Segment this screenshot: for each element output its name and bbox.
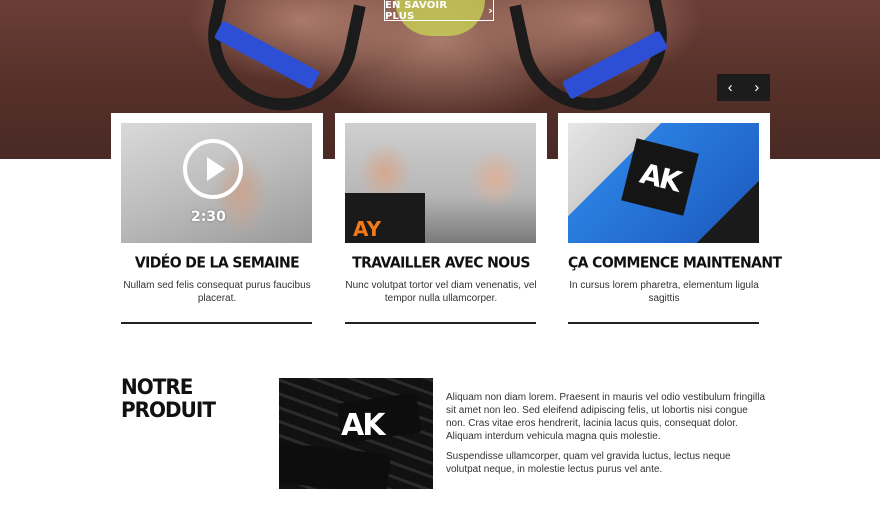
- gear-photo[interactable]: AK: [568, 123, 759, 243]
- product-section-title: NOTRE PRODUIT: [121, 375, 241, 421]
- card-divider: [345, 322, 536, 324]
- card-text: In cursus lorem pharetra, elementum ligu…: [569, 280, 759, 304]
- learn-more-button[interactable]: EN SAVOIR PLUS ›: [384, 0, 494, 22]
- card-work-with-us[interactable]: AY TRAVAILLER AVEC NOUS Nunc volutpat to…: [335, 113, 547, 326]
- product-belt: [279, 441, 391, 489]
- hero-strap-right: [509, 0, 681, 125]
- shirt-graphic: AY: [345, 193, 425, 243]
- chevron-left-icon: ‹: [727, 79, 733, 96]
- brand-patch: AK: [621, 138, 699, 216]
- card-title: ÇA COMMENCE MAINTENANT: [568, 254, 782, 272]
- video-duration: 2:30: [191, 209, 226, 225]
- product-paragraph-1: Aliquam non diam lorem. Praesent in maur…: [446, 392, 766, 442]
- brand-patch-logo: AK: [636, 156, 684, 198]
- arrow-right-icon: ›: [488, 4, 493, 17]
- card-divider: [568, 322, 759, 324]
- card-title: VIDÉO DE LA SEMAINE: [134, 254, 300, 272]
- slider-next-button[interactable]: ›: [744, 74, 771, 101]
- product-image[interactable]: AK: [279, 378, 433, 489]
- shirt-print: AY: [353, 217, 382, 241]
- card-text: Nunc volutpat tortor vel diam venenatis,…: [345, 280, 537, 304]
- product-title-line2: PRODUIT: [121, 396, 216, 423]
- card-starts-now[interactable]: AK ÇA COMMENCE MAINTENANT In cursus lore…: [558, 113, 782, 326]
- card-video-of-week[interactable]: 2:30 VIDÉO DE LA SEMAINE Nullam sed feli…: [111, 113, 323, 326]
- product-description: Aliquam non diam lorem. Praesent in maur…: [446, 391, 768, 483]
- product-logo: AK: [341, 408, 385, 443]
- play-button[interactable]: [183, 139, 243, 199]
- team-photo[interactable]: AY: [345, 123, 536, 243]
- video-thumbnail[interactable]: 2:30: [121, 123, 312, 243]
- learn-more-label: EN SAVOIR PLUS: [385, 0, 448, 22]
- chevron-right-icon: ›: [754, 79, 760, 96]
- card-text: Nullam sed felis consequat purus faucibu…: [123, 280, 311, 304]
- product-paragraph-2: Suspendisse ullamcorper, quam vel gravid…: [446, 451, 731, 475]
- slider-nav: ‹ ›: [717, 74, 770, 101]
- slider-prev-button[interactable]: ‹: [717, 74, 744, 101]
- product-title-line1: NOTRE: [121, 373, 193, 400]
- card-title: TRAVAILLER AVEC NOUS: [352, 254, 530, 272]
- play-icon: [206, 157, 225, 181]
- card-divider: [121, 322, 312, 324]
